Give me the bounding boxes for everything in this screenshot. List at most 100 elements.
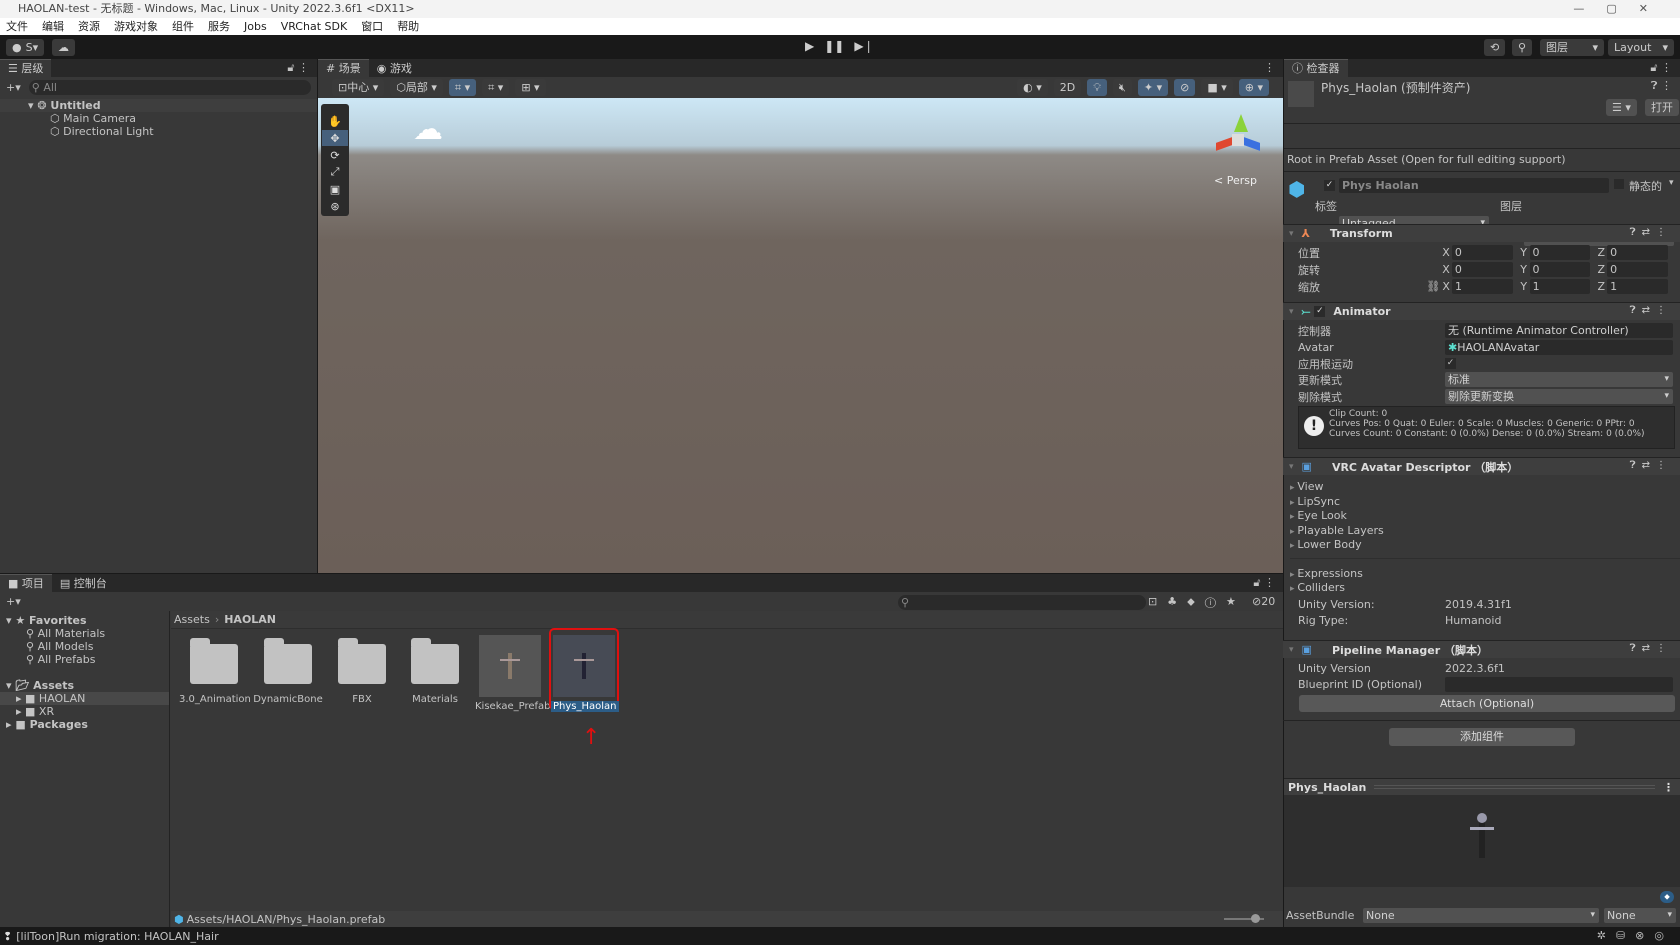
z-axis-icon[interactable] <box>1244 137 1260 151</box>
grid-snap-button[interactable]: ⌗ ▾ <box>448 79 477 96</box>
favorite-item[interactable]: ⚲ All Prefabs <box>0 653 169 666</box>
asset-item-selected[interactable]: Phys_Haolan <box>549 628 619 712</box>
animator-header[interactable]: ▾ ⤚ ✓ Animator ❓︎⇄⋮ <box>1283 302 1680 320</box>
snap-increment-button[interactable]: ⌗ ▾ <box>482 79 510 96</box>
asset-item[interactable]: Kisekae_Prefab <box>475 632 551 712</box>
account-button[interactable]: ● S ▾ <box>6 39 45 56</box>
hierarchy-item[interactable]: ⬡ Main Camera <box>0 112 317 125</box>
y-axis-icon[interactable] <box>1234 114 1248 132</box>
orientation-gizmo[interactable] <box>1208 108 1268 163</box>
search-icon[interactable]: ⚲ <box>1512 39 1533 56</box>
controller-field[interactable]: 无 (Runtime Animator Controller) <box>1445 323 1673 338</box>
tab-console[interactable]: ▤ 控制台 <box>52 575 115 593</box>
position-x-field[interactable]: 0 <box>1451 245 1513 260</box>
packages-folder[interactable]: ▸ ■ Packages <box>0 718 169 731</box>
position-y-field[interactable]: 0 <box>1529 245 1591 260</box>
rect-tool-icon[interactable]: ▣ <box>322 181 348 197</box>
fold-eye-look[interactable]: Eye Look <box>1290 509 1347 522</box>
camera-dropdown[interactable]: ■ ▾ <box>1201 79 1233 96</box>
open-prefab-button[interactable]: 打开 <box>1645 99 1679 116</box>
scale-x-field[interactable]: 1 <box>1452 279 1513 294</box>
menu-services[interactable]: 服务 <box>208 20 230 33</box>
blueprint-id-input[interactable] <box>1445 677 1673 692</box>
static-checkbox[interactable] <box>1614 179 1624 189</box>
rotation-z-field[interactable]: 0 <box>1607 262 1669 277</box>
fold-colliders[interactable]: Colliders <box>1290 581 1345 594</box>
scale-tool-icon[interactable]: ⤢ <box>322 164 348 180</box>
static-dropdown-icon[interactable]: ▾ <box>1669 178 1674 188</box>
tab-project[interactable]: ■ 项目 <box>0 574 52 592</box>
attach-button[interactable]: Attach (Optional) <box>1299 695 1675 712</box>
x-axis-icon[interactable] <box>1216 137 1232 151</box>
center-cube-icon[interactable] <box>1232 134 1244 146</box>
transform-tool-icon[interactable]: ⊛ <box>322 198 348 214</box>
slider-handle[interactable] <box>1251 914 1260 923</box>
projection-label[interactable]: < Persp <box>1214 174 1257 187</box>
asset-item[interactable]: DynamicBone <box>253 632 323 705</box>
audio-toggle[interactable]: 🔇︎ <box>1112 79 1132 96</box>
create-icon[interactable]: +▾ <box>6 595 21 608</box>
menu-file[interactable]: 文件 <box>6 20 28 33</box>
position-z-field[interactable]: 0 <box>1607 245 1669 260</box>
add-icon[interactable]: +▾ <box>6 81 21 94</box>
menu-gameobject[interactable]: 游戏对象 <box>114 20 158 33</box>
more-icon[interactable]: ⋮ <box>1663 781 1674 794</box>
update-mode-dropdown[interactable]: 标准 <box>1445 372 1673 387</box>
pipeline-manager-header[interactable]: ▾ ▣ Pipeline Manager （脚本） ❓︎⇄⋮ <box>1283 640 1680 658</box>
scale-y-field[interactable]: 1 <box>1529 279 1591 294</box>
fold-view[interactable]: View <box>1290 480 1323 493</box>
vrc-avatar-descriptor-header[interactable]: ▾ ▣ VRC Avatar Descriptor （脚本） ❓︎⇄⋮ <box>1283 457 1680 475</box>
fold-lipsync[interactable]: LipSync <box>1290 495 1340 508</box>
hidden-packages-toggle[interactable]: ⊘20 <box>1252 595 1275 608</box>
gizmos-dropdown[interactable]: ⊕ ▾ <box>1238 79 1269 96</box>
scene-viewport[interactable]: ✋ ✥ ⟳ ⤢ ▣ ⊛ ☁ < Persp <box>318 98 1283 573</box>
lighting-toggle[interactable]: 💡︎ <box>1087 79 1107 96</box>
culling-mode-dropdown[interactable]: 剔除更新变换 <box>1445 389 1673 404</box>
assets-folder[interactable]: ▾ 📂︎ Assets <box>0 679 169 692</box>
tab-inspector[interactable]: ⓘ 检查器 <box>1284 59 1348 77</box>
object-name-input[interactable]: Phys Haolan <box>1339 178 1609 193</box>
asset-item[interactable]: Materials <box>400 632 470 705</box>
rotation-y-field[interactable]: 0 <box>1529 262 1591 277</box>
lock-icon[interactable]: 🔓︎ ⋮ <box>1650 59 1672 77</box>
folder-haolan[interactable]: ▸ ■ HAOLAN <box>0 692 169 705</box>
favorite-item[interactable]: ⚲ All Models <box>0 640 169 653</box>
hand-tool-icon[interactable]: ✋ <box>322 113 348 129</box>
menu-window[interactable]: 窗口 <box>361 20 383 33</box>
shading-dropdown[interactable]: ◐ ▾ <box>1017 79 1048 96</box>
component-actions[interactable]: ❓︎⇄⋮ <box>1630 305 1672 316</box>
rotate-tool-icon[interactable]: ⟳ <box>322 147 348 163</box>
status-message[interactable]: [lilToon]Run migration: HAOLAN_Hair <box>16 930 218 943</box>
asset-item[interactable]: FBX <box>327 632 397 705</box>
window-controls[interactable]: —▢✕ <box>1573 0 1670 18</box>
status-icons[interactable]: ✲⛁⊗◎ <box>1597 929 1674 942</box>
ruler-button[interactable]: ⊞ ▾ <box>515 79 546 96</box>
avatar-field[interactable]: ✱HAOLANAvatar <box>1445 340 1673 355</box>
2d-toggle[interactable]: 2D <box>1053 79 1082 96</box>
tab-scene[interactable]: # 场景 <box>318 59 369 77</box>
menu-jobs[interactable]: Jobs <box>244 20 267 33</box>
active-checkbox[interactable]: ✓ <box>1324 180 1335 191</box>
add-component-button[interactable]: 添加组件 <box>1389 728 1575 746</box>
tab-game[interactable]: ◉ 游戏 <box>369 60 420 78</box>
project-filter-icons[interactable]: ⊡♣⬥ⓘ★ <box>1148 595 1246 609</box>
animator-enabled-checkbox[interactable]: ✓ <box>1314 306 1326 317</box>
menu-component[interactable]: 组件 <box>172 20 194 33</box>
breadcrumb-assets[interactable]: Assets <box>174 613 210 626</box>
component-actions[interactable]: ❓︎⇄⋮ <box>1630 460 1672 471</box>
label-tag-icon[interactable]: ⬥ <box>1660 891 1674 903</box>
project-search-input[interactable]: ⚲ <box>898 595 1146 610</box>
component-actions[interactable]: ❓︎⇄⋮ <box>1630 643 1672 654</box>
scale-z-field[interactable]: 1 <box>1607 279 1668 294</box>
scene-item[interactable]: ▾ ❂ Untitled <box>0 99 317 112</box>
menu-help[interactable]: 帮助 <box>397 20 419 33</box>
pause-icon[interactable]: ❚❚ <box>824 39 844 53</box>
fold-expressions[interactable]: Expressions <box>1290 567 1362 580</box>
folder-xr[interactable]: ▸ ■ XR <box>0 705 169 718</box>
favorite-item[interactable]: ⚲ All Materials <box>0 627 169 640</box>
fold-lower-body[interactable]: Lower Body <box>1290 538 1361 551</box>
link-icon[interactable]: ⛓ <box>1426 280 1440 293</box>
assetbundle-variant-dropdown[interactable]: None <box>1604 908 1676 923</box>
preview-viewport[interactable] <box>1284 795 1680 887</box>
asset-item[interactable]: 3.0_Animation <box>179 632 251 705</box>
